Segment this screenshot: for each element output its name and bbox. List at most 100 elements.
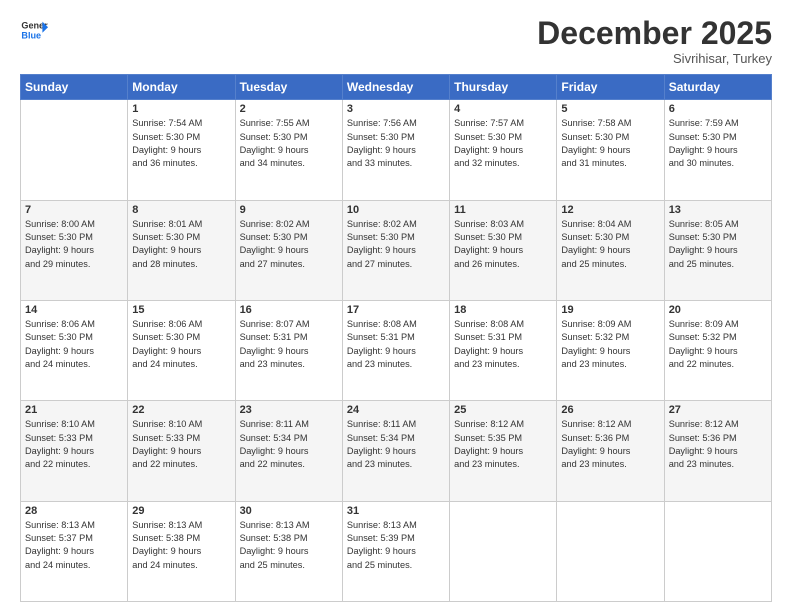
day-cell: 18 Sunrise: 8:08 AMSunset: 5:31 PMDayligh… <box>450 300 557 400</box>
day-cell: 31 Sunrise: 8:13 AMSunset: 5:39 PMDayligh… <box>342 501 449 601</box>
day-info: Sunrise: 8:08 AMSunset: 5:31 PMDaylight:… <box>347 318 445 371</box>
day-cell: 3 Sunrise: 7:56 AMSunset: 5:30 PMDaylight… <box>342 100 449 200</box>
day-cell: 6 Sunrise: 7:59 AMSunset: 5:30 PMDaylight… <box>664 100 771 200</box>
day-number: 2 <box>240 103 338 115</box>
day-number: 27 <box>669 404 767 416</box>
day-cell <box>664 501 771 601</box>
day-number: 15 <box>132 304 230 316</box>
day-cell: 26Sunrise: 8:12 AMSunset: 5:36 PMDayligh… <box>557 401 664 501</box>
day-info: Sunrise: 8:04 AMSunset: 5:30 PMDaylight:… <box>561 218 659 271</box>
day-number: 3 <box>347 103 445 115</box>
day-number: 28 <box>25 505 123 517</box>
col-header-sunday: Sunday <box>21 75 128 100</box>
day-info: Sunrise: 7:57 AMSunset: 5:30 PMDaylight:… <box>454 117 552 170</box>
logo-icon: General Blue <box>20 16 48 44</box>
day-number: 14 <box>25 304 123 316</box>
day-cell: 5Sunrise: 7:58 AMSunset: 5:30 PMDaylight… <box>557 100 664 200</box>
day-cell: 12 Sunrise: 8:04 AMSunset: 5:30 PMDayligh… <box>557 200 664 300</box>
day-info: Sunrise: 8:10 AMSunset: 5:33 PMDaylight:… <box>25 418 123 471</box>
day-cell: 1 Sunrise: 7:54 AMSunset: 5:30 PMDaylight… <box>128 100 235 200</box>
day-cell: 7 Sunrise: 8:00 AMSunset: 5:30 PMDaylight… <box>21 200 128 300</box>
day-number: 18 <box>454 304 552 316</box>
day-cell: 10Sunrise: 8:02 AMSunset: 5:30 PMDayligh… <box>342 200 449 300</box>
day-number: 9 <box>240 204 338 216</box>
logo: General Blue <box>20 16 50 44</box>
month-title: December 2025 <box>537 16 772 51</box>
col-header-saturday: Saturday <box>664 75 771 100</box>
day-info: Sunrise: 8:13 AMSunset: 5:38 PMDaylight:… <box>132 519 230 572</box>
day-cell: 2 Sunrise: 7:55 AMSunset: 5:30 PMDaylight… <box>235 100 342 200</box>
col-header-wednesday: Wednesday <box>342 75 449 100</box>
day-info: Sunrise: 8:05 AMSunset: 5:30 PMDaylight:… <box>669 218 767 271</box>
week-row-1: 7 Sunrise: 8:00 AMSunset: 5:30 PMDaylight… <box>21 200 772 300</box>
day-info: Sunrise: 8:13 AMSunset: 5:38 PMDaylight:… <box>240 519 338 572</box>
day-number: 19 <box>561 304 659 316</box>
day-number: 8 <box>132 204 230 216</box>
day-info: Sunrise: 8:12 AMSunset: 5:35 PMDaylight:… <box>454 418 552 471</box>
day-number: 12 <box>561 204 659 216</box>
day-cell: 19Sunrise: 8:09 AMSunset: 5:32 PMDayligh… <box>557 300 664 400</box>
day-info: Sunrise: 8:07 AMSunset: 5:31 PMDaylight:… <box>240 318 338 371</box>
header: General Blue December 2025 Sivrihisar, T… <box>20 16 772 66</box>
week-row-2: 14 Sunrise: 8:06 AMSunset: 5:30 PMDayligh… <box>21 300 772 400</box>
day-cell: 22 Sunrise: 8:10 AMSunset: 5:33 PMDayligh… <box>128 401 235 501</box>
page: General Blue December 2025 Sivrihisar, T… <box>0 0 792 612</box>
day-info: Sunrise: 7:55 AMSunset: 5:30 PMDaylight:… <box>240 117 338 170</box>
day-info: Sunrise: 7:56 AMSunset: 5:30 PMDaylight:… <box>347 117 445 170</box>
day-info: Sunrise: 8:12 AMSunset: 5:36 PMDaylight:… <box>561 418 659 471</box>
day-cell: 17 Sunrise: 8:08 AMSunset: 5:31 PMDayligh… <box>342 300 449 400</box>
day-cell: 14 Sunrise: 8:06 AMSunset: 5:30 PMDayligh… <box>21 300 128 400</box>
day-info: Sunrise: 7:54 AMSunset: 5:30 PMDaylight:… <box>132 117 230 170</box>
week-row-4: 28 Sunrise: 8:13 AMSunset: 5:37 PMDayligh… <box>21 501 772 601</box>
day-number: 11 <box>454 204 552 216</box>
day-number: 22 <box>132 404 230 416</box>
day-cell: 13 Sunrise: 8:05 AMSunset: 5:30 PMDayligh… <box>664 200 771 300</box>
day-cell: 11Sunrise: 8:03 AMSunset: 5:30 PMDayligh… <box>450 200 557 300</box>
day-cell: 8 Sunrise: 8:01 AMSunset: 5:30 PMDaylight… <box>128 200 235 300</box>
day-info: Sunrise: 8:08 AMSunset: 5:31 PMDaylight:… <box>454 318 552 371</box>
day-number: 30 <box>240 505 338 517</box>
day-cell: 21 Sunrise: 8:10 AMSunset: 5:33 PMDayligh… <box>21 401 128 501</box>
day-info: Sunrise: 8:00 AMSunset: 5:30 PMDaylight:… <box>25 218 123 271</box>
day-number: 17 <box>347 304 445 316</box>
day-number: 6 <box>669 103 767 115</box>
day-info: Sunrise: 8:06 AMSunset: 5:30 PMDaylight:… <box>132 318 230 371</box>
day-cell: 25 Sunrise: 8:12 AMSunset: 5:35 PMDayligh… <box>450 401 557 501</box>
day-info: Sunrise: 8:10 AMSunset: 5:33 PMDaylight:… <box>132 418 230 471</box>
day-number: 31 <box>347 505 445 517</box>
day-info: Sunrise: 7:58 AMSunset: 5:30 PMDaylight:… <box>561 117 659 170</box>
day-number: 20 <box>669 304 767 316</box>
day-cell <box>21 100 128 200</box>
col-header-thursday: Thursday <box>450 75 557 100</box>
day-number: 4 <box>454 103 552 115</box>
day-cell: 23Sunrise: 8:11 AMSunset: 5:34 PMDayligh… <box>235 401 342 501</box>
day-info: Sunrise: 8:13 AMSunset: 5:39 PMDaylight:… <box>347 519 445 572</box>
day-number: 7 <box>25 204 123 216</box>
day-info: Sunrise: 8:06 AMSunset: 5:30 PMDaylight:… <box>25 318 123 371</box>
day-cell: 30 Sunrise: 8:13 AMSunset: 5:38 PMDayligh… <box>235 501 342 601</box>
calendar-table: SundayMondayTuesdayWednesdayThursdayFrid… <box>20 74 772 602</box>
day-info: Sunrise: 8:13 AMSunset: 5:37 PMDaylight:… <box>25 519 123 572</box>
day-cell: 29Sunrise: 8:13 AMSunset: 5:38 PMDayligh… <box>128 501 235 601</box>
day-number: 13 <box>669 204 767 216</box>
day-info: Sunrise: 8:02 AMSunset: 5:30 PMDaylight:… <box>240 218 338 271</box>
col-header-tuesday: Tuesday <box>235 75 342 100</box>
day-number: 16 <box>240 304 338 316</box>
day-cell: 4 Sunrise: 7:57 AMSunset: 5:30 PMDaylight… <box>450 100 557 200</box>
title-block: December 2025 Sivrihisar, Turkey <box>537 16 772 66</box>
day-info: Sunrise: 8:12 AMSunset: 5:36 PMDaylight:… <box>669 418 767 471</box>
day-cell: 27 Sunrise: 8:12 AMSunset: 5:36 PMDayligh… <box>664 401 771 501</box>
day-cell: 9 Sunrise: 8:02 AMSunset: 5:30 PMDaylight… <box>235 200 342 300</box>
col-header-friday: Friday <box>557 75 664 100</box>
week-row-3: 21 Sunrise: 8:10 AMSunset: 5:33 PMDayligh… <box>21 401 772 501</box>
day-info: Sunrise: 8:01 AMSunset: 5:30 PMDaylight:… <box>132 218 230 271</box>
day-number: 21 <box>25 404 123 416</box>
day-cell: 24Sunrise: 8:11 AMSunset: 5:34 PMDayligh… <box>342 401 449 501</box>
day-number: 1 <box>132 103 230 115</box>
day-number: 25 <box>454 404 552 416</box>
day-info: Sunrise: 8:09 AMSunset: 5:32 PMDaylight:… <box>669 318 767 371</box>
day-info: Sunrise: 8:11 AMSunset: 5:34 PMDaylight:… <box>240 418 338 471</box>
day-cell <box>557 501 664 601</box>
svg-text:Blue: Blue <box>21 30 41 40</box>
day-info: Sunrise: 7:59 AMSunset: 5:30 PMDaylight:… <box>669 117 767 170</box>
